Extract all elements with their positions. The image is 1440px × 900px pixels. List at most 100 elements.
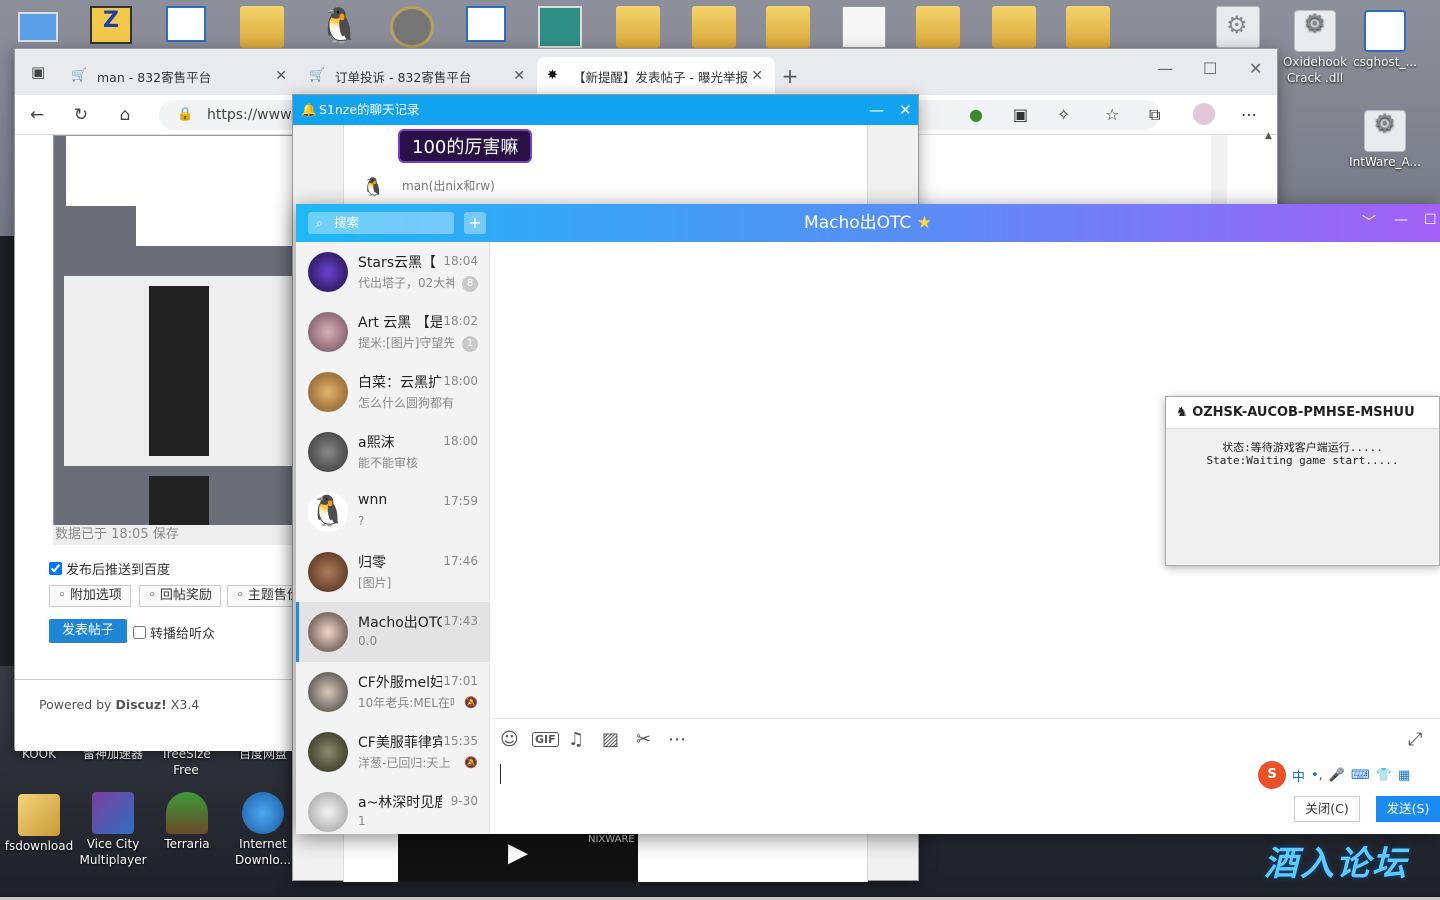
- gif-icon[interactable]: GIF: [532, 732, 559, 747]
- favorites-icon[interactable]: ☆: [1105, 105, 1119, 124]
- gear-file-icon[interactable]: [1216, 6, 1260, 48]
- expand-icon[interactable]: ⤢: [1408, 729, 1422, 750]
- conversation-item[interactable]: CF外服mel妇 17:01 10年老兵:MEL在吗 🔕: [296, 662, 489, 722]
- scroll-up-icon[interactable]: ▲: [1265, 131, 1272, 141]
- folder-icon[interactable]: [992, 6, 1036, 48]
- emoji-icon[interactable]: ☺: [500, 729, 519, 750]
- computer-icon[interactable]: [18, 6, 62, 48]
- qq-penguin-icon[interactable]: 🐧: [318, 6, 362, 48]
- dial-icon[interactable]: [390, 6, 434, 48]
- option-button-reward[interactable]: ◦ 回帖奖励: [139, 585, 221, 607]
- desktop-icon-terraria[interactable]: Terraria: [148, 792, 226, 852]
- desktop-icon-vcmp[interactable]: Vice City Multiplayer: [74, 792, 152, 868]
- close-icon[interactable]: ✕: [513, 68, 525, 84]
- chevron-down-icon[interactable]: ﹀: [1362, 212, 1376, 232]
- close-button[interactable]: 关闭(C): [1294, 796, 1360, 822]
- close-icon[interactable]: ✕: [899, 95, 912, 125]
- minimize-icon[interactable]: —: [1394, 212, 1408, 228]
- conversation-item[interactable]: CF美服菲律宾 15:35 洋葱-已回归:天上 🔕: [296, 722, 489, 782]
- toolbox-icon[interactable]: ▦: [1398, 768, 1410, 783]
- conversation-item[interactable]: Art 云黑 【是 18:02 提米:[图片]守望先锋 1: [296, 302, 489, 362]
- back-icon[interactable]: ←: [15, 105, 59, 125]
- close-icon[interactable]: ✕: [1249, 59, 1262, 78]
- conversation-item[interactable]: 归零 17:46 [图片]: [296, 542, 489, 602]
- desktop-icon-csghost[interactable]: csghost_...: [1346, 10, 1424, 70]
- punctuation-icon[interactable]: •,: [1311, 768, 1323, 783]
- extension-globe-icon[interactable]: ●: [969, 105, 983, 124]
- folder-icon[interactable]: [1066, 6, 1110, 48]
- conversation-preview: 10年老兵:MEL在吗: [358, 696, 454, 710]
- extension-game-icon[interactable]: ▣: [1013, 105, 1028, 124]
- checkbox[interactable]: [133, 626, 146, 639]
- conversation-item[interactable]: a熙沫 18:00 能不能审核: [296, 422, 489, 482]
- tab-new-post[interactable]: ✸ 【新提醒】发表帖子 - 曝光举报 ✕: [537, 57, 775, 95]
- window-icon[interactable]: [466, 6, 510, 48]
- folder-icon[interactable]: [916, 6, 960, 48]
- image-icon[interactable]: ▨: [602, 729, 619, 750]
- home-icon[interactable]: ⌂: [103, 105, 147, 125]
- more-icon[interactable]: ⋯: [668, 729, 686, 750]
- thumbnail-text: NIXWARE: [588, 834, 635, 845]
- maximize-icon[interactable]: ☐: [1203, 59, 1217, 78]
- video-thumbnail[interactable]: NIXWARE ▶: [398, 830, 638, 882]
- more-icon[interactable]: ⋯: [1241, 105, 1257, 124]
- splat-icon: ✸: [547, 68, 558, 83]
- minimize-icon[interactable]: —: [869, 95, 884, 125]
- close-icon[interactable]: ✕: [275, 68, 287, 84]
- desktop-icon-oxidehook[interactable]: Oxidehook Crack .dll: [1276, 10, 1354, 86]
- desktop-icon-fsdownload[interactable]: fsdownload: [0, 794, 78, 854]
- cart-icon: 🛒: [71, 68, 88, 83]
- play-icon[interactable]: ▶: [508, 838, 528, 868]
- music-icon[interactable]: ♫: [568, 729, 584, 750]
- tab-man[interactable]: 🛒 man - 832寄售平台 ✕: [61, 57, 299, 95]
- send-button[interactable]: 发送(S): [1376, 796, 1440, 822]
- minimize-icon[interactable]: —: [1157, 59, 1173, 78]
- folder-icon[interactable]: [766, 6, 810, 48]
- conversation-name: 归零: [358, 555, 386, 571]
- button-label: 附加选项: [69, 588, 122, 603]
- ime-mode[interactable]: 中: [1292, 766, 1305, 785]
- app-logo-icon[interactable]: [538, 6, 582, 48]
- desktop-icon-idm[interactable]: Internet Downlo...: [224, 792, 302, 868]
- tab-actions-icon[interactable]: ▣: [31, 63, 45, 81]
- folder-icon[interactable]: [692, 6, 736, 48]
- microphone-icon[interactable]: 🎤: [1329, 768, 1345, 783]
- conversation-item[interactable]: Stars云黑【 18:04 代出塔子，02大神 8: [296, 242, 489, 302]
- option-button-extra[interactable]: ◦ 附加选项: [49, 585, 131, 607]
- folder-icon[interactable]: [240, 6, 284, 48]
- refresh-icon[interactable]: ↻: [59, 105, 103, 125]
- conversation-item[interactable]: 🐧 wnn 17:59 ?: [296, 482, 489, 542]
- conversation-list: Stars云黑【 18:04 代出塔子，02大神 8 Art 云黑 【是 18:…: [296, 242, 490, 834]
- conversation-item-selected[interactable]: Macho出OTC 17:43 0.0: [296, 602, 489, 662]
- broadcast-checkbox[interactable]: 转播给听众: [133, 623, 215, 642]
- winzip-icon[interactable]: Z: [90, 6, 134, 48]
- maximize-icon[interactable]: ☐: [1424, 212, 1437, 228]
- conversation-time: 17:46: [443, 554, 478, 568]
- screenshot-panel: [136, 136, 296, 246]
- new-tab-button[interactable]: +: [775, 57, 805, 95]
- scissors-icon[interactable]: ✂: [636, 729, 651, 750]
- skin-icon[interactable]: 👕: [1376, 768, 1392, 783]
- desktop-icon-label: Terraria: [164, 837, 210, 851]
- popup-titlebar: ♞ OZHSK-AUCOB-PMHSE-MSHUU: [1166, 397, 1439, 429]
- push-baidu-checkbox[interactable]: 发布后推送到百度: [49, 559, 170, 578]
- close-icon[interactable]: ✕: [751, 68, 763, 84]
- conversation-item[interactable]: 白菜：云黑扩 18:00 怎么什么圆狗都有: [296, 362, 489, 422]
- message-input[interactable]: S 中 •, 🎤 ⌨ 👕 ▦ 关闭(C) 发送(S): [492, 758, 1440, 834]
- tab-complaint[interactable]: 🛒 订单投诉 - 832寄售平台 ✕: [299, 57, 537, 95]
- window-icon[interactable]: [166, 6, 210, 48]
- conversation-item[interactable]: a~林深时见鹿 9-30 1: [296, 782, 489, 834]
- document-icon[interactable]: [842, 6, 886, 48]
- extensions-icon[interactable]: ✧: [1057, 105, 1070, 124]
- desktop-icon-intware[interactable]: IntWare_A...: [1346, 110, 1424, 170]
- powered-brand[interactable]: Discuz!: [115, 697, 166, 712]
- folder-icon[interactable]: [616, 6, 660, 48]
- collections-icon[interactable]: ⧉: [1149, 105, 1160, 125]
- ime-toolbar[interactable]: S 中 •, 🎤 ⌨ 👕 ▦: [1258, 760, 1424, 790]
- profile-avatar[interactable]: [1193, 103, 1215, 125]
- conversation-name: Macho出OTC: [358, 615, 442, 631]
- keyboard-icon[interactable]: ⌨: [1351, 768, 1370, 783]
- post-button[interactable]: 发表帖子: [49, 619, 127, 643]
- desktop-icon-label: Internet Downlo...: [235, 837, 291, 867]
- checkbox[interactable]: [49, 562, 62, 575]
